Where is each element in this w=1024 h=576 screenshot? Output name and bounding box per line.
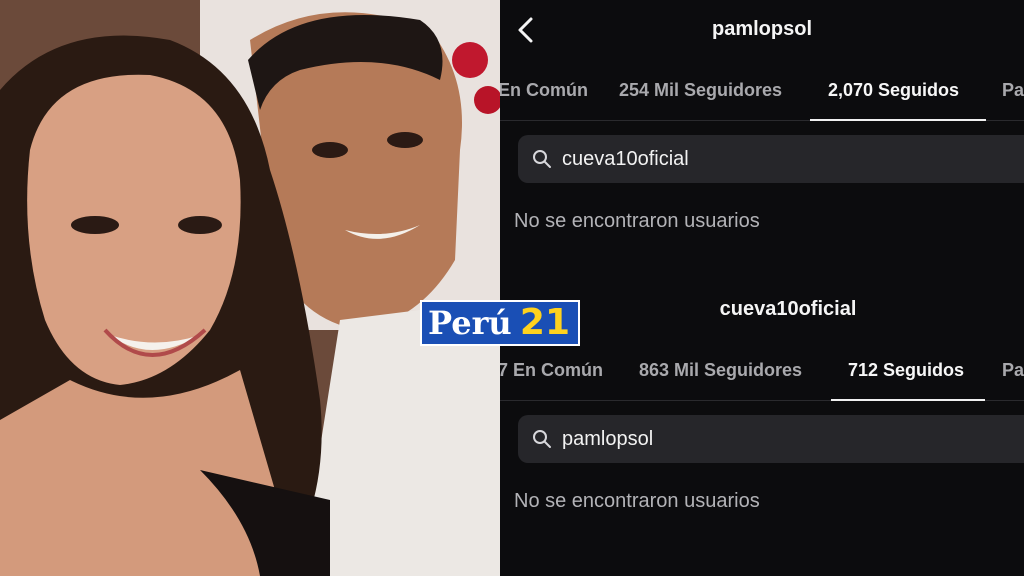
bottom-tabs: 7 En Común 863 Mil Seguidores 712 Seguid… (500, 346, 1024, 401)
tab-mutual[interactable]: 7 En Común (500, 360, 603, 381)
tab-following[interactable]: 2,070 Seguidos (828, 80, 959, 101)
search-field[interactable]: cueva10oficial (518, 135, 1024, 183)
photo-illustration (0, 0, 500, 576)
tab-more[interactable]: Pa (1002, 360, 1024, 381)
tab-followers[interactable]: 863 Mil Seguidores (639, 360, 802, 381)
search-input[interactable]: pamlopsol (562, 428, 653, 451)
profile-username: cueva10oficial (719, 298, 857, 320)
tab-following[interactable]: 712 Seguidos (848, 360, 964, 381)
tab-followers[interactable]: 254 Mil Seguidores (619, 80, 782, 101)
no-results-message: No se encontraron usuarios (514, 210, 760, 232)
search-icon (533, 430, 551, 448)
active-tab-indicator (810, 119, 986, 121)
search-field[interactable]: pamlopsol (518, 415, 1024, 463)
top-tabs: En Común 254 Mil Seguidores 2,070 Seguid… (500, 66, 1024, 121)
search-input[interactable]: cueva10oficial (562, 148, 689, 171)
top-profile-header: pamlopsol (500, 0, 1024, 60)
no-results-message: No se encontraron usuarios (514, 490, 760, 512)
couple-photo (0, 0, 500, 576)
logo-text-peru: Perú (428, 304, 512, 342)
tab-mutual[interactable]: En Común (500, 80, 588, 101)
active-tab-indicator (831, 399, 985, 401)
peru21-logo: Perú 21 (420, 300, 580, 346)
search-icon (533, 150, 551, 168)
logo-text-21: 21 (519, 302, 570, 343)
following-search-panel: pamlopsol En Común 254 Mil Seguidores 2,… (500, 0, 1024, 576)
tab-more[interactable]: Pa (1002, 80, 1024, 101)
profile-username: pamlopsol (711, 18, 812, 40)
